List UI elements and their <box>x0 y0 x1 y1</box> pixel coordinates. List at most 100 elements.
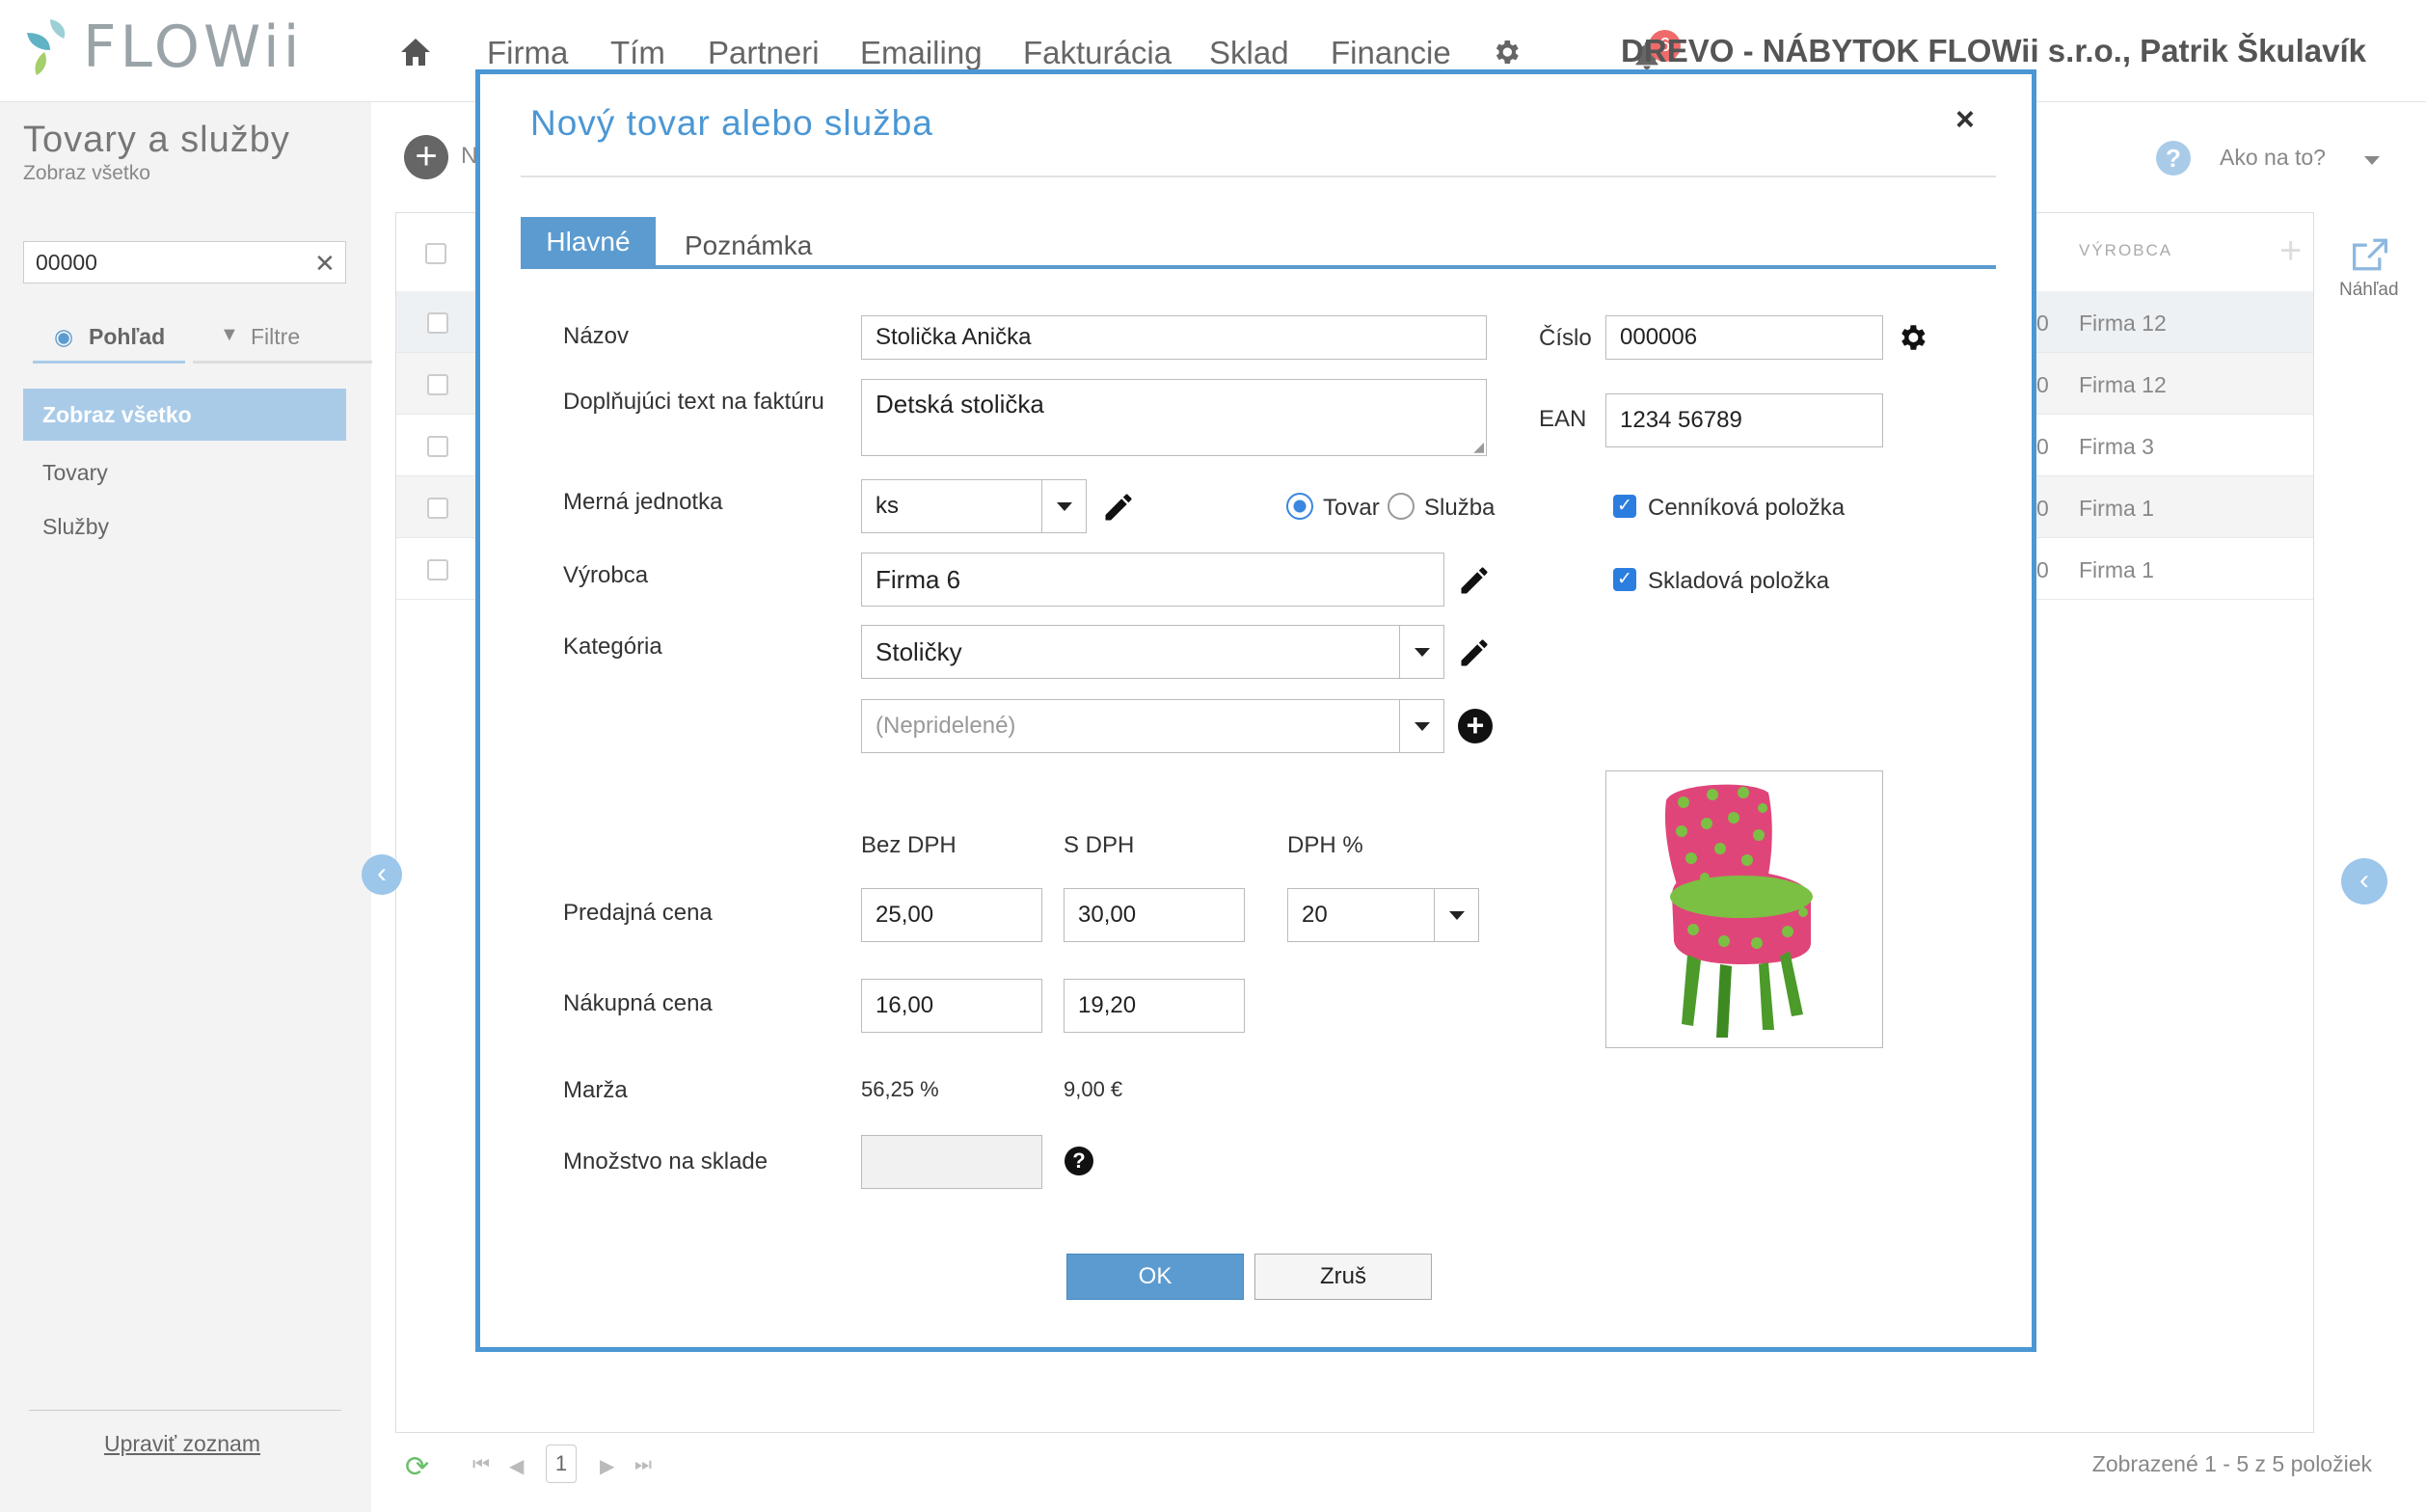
column-header-vyrobca[interactable]: VÝROBCA <box>2079 241 2172 260</box>
row-cell-vyrobca: Firma 12 <box>2079 310 2167 336</box>
nav-sklad[interactable]: Sklad <box>1209 35 1289 71</box>
podkategoria-placeholder: (Nepridelené) <box>876 713 1016 739</box>
tab-poznamka[interactable]: Poznámka <box>685 230 812 261</box>
row-checkbox[interactable] <box>427 312 448 334</box>
merna-jednotka-select[interactable]: ks <box>861 479 1087 533</box>
add-category-icon[interactable]: + <box>1458 709 1493 743</box>
chevron-down-icon[interactable] <box>1399 626 1443 678</box>
radio-tovar[interactable] <box>1286 493 1313 520</box>
nav-fakturacia[interactable]: Fakturácia <box>1023 35 1172 71</box>
label-cennikova-polozka[interactable]: Cenníková položka <box>1648 495 1845 522</box>
first-page-icon[interactable]: ⏮ <box>472 1454 490 1476</box>
home-icon[interactable] <box>399 37 432 72</box>
row-checkbox[interactable] <box>427 498 448 519</box>
cancel-button[interactable]: Zruš <box>1254 1254 1432 1300</box>
help-icon[interactable]: ? <box>2156 141 2191 176</box>
menu-item-tovary[interactable]: Tovary <box>42 460 108 486</box>
tab-pohlad[interactable]: Pohľad <box>89 324 165 350</box>
row-cell-vyrobca: Firma 12 <box>2079 372 2167 397</box>
prev-page-icon[interactable]: ◀ <box>509 1454 524 1478</box>
edit-pencil-icon[interactable] <box>1454 633 1495 673</box>
refresh-icon[interactable]: ⟳ <box>405 1450 429 1484</box>
vyrobca-input[interactable]: Firma 6 <box>861 553 1444 607</box>
app-logo[interactable]: FLOWii <box>83 14 303 81</box>
add-new-icon[interactable]: + <box>404 135 448 179</box>
predajna-cena-s-dph-input[interactable]: 30,00 <box>1064 888 1245 942</box>
nazov-input[interactable]: Stolička Anička <box>861 315 1487 360</box>
label-cislo: Číslo <box>1539 325 1592 351</box>
label-ean: EAN <box>1539 406 1587 432</box>
menu-item-zobraz-vsetko[interactable]: Zobraz všetko <box>23 389 346 441</box>
doplnujuci-text-textarea[interactable]: Detská stolička ◢ <box>861 379 1487 456</box>
product-image[interactable] <box>1605 770 1883 1048</box>
next-page-icon[interactable]: ▶ <box>600 1454 614 1478</box>
preview-label[interactable]: Náhľad <box>2339 280 2399 301</box>
nakupna-cena-s-dph-input[interactable]: 19,20 <box>1064 979 1245 1033</box>
dph-percent-select[interactable]: 20 <box>1287 888 1479 942</box>
label-mnozstvo-na-sklade: Množstvo na sklade <box>563 1148 768 1174</box>
edit-pencil-icon[interactable] <box>1098 487 1139 527</box>
external-link-icon[interactable] <box>2351 237 2389 277</box>
label-tovar[interactable]: Tovar <box>1323 495 1380 522</box>
help-question-icon[interactable]: ? <box>1065 1147 1093 1175</box>
collapse-sidebar-icon[interactable]: ‹ <box>362 854 402 895</box>
chair-image <box>1664 784 1813 1038</box>
new-product-dialog: Nový tovar alebo služba × Hlavné Poznámk… <box>475 69 2036 1352</box>
chevron-down-icon[interactable] <box>1434 889 1478 941</box>
add-column-icon[interactable]: + <box>2279 230 2302 273</box>
header-dph-percent: DPH % <box>1287 832 1363 858</box>
podkategoria-select[interactable]: (Nepridelené) <box>861 699 1444 753</box>
predajna-cena-bez-dph-input[interactable]: 25,00 <box>861 888 1042 942</box>
last-page-icon[interactable]: ⏭ <box>634 1454 652 1476</box>
nav-emailing[interactable]: Emailing <box>860 35 983 71</box>
cennikova-checkbox[interactable]: ✓ <box>1613 495 1636 518</box>
row-checkbox[interactable] <box>427 559 448 580</box>
radio-sluzba[interactable] <box>1388 493 1415 520</box>
resize-handle-icon[interactable]: ◢ <box>1473 439 1484 455</box>
kategoria-select[interactable]: Stoličky <box>861 625 1444 679</box>
ok-button[interactable]: OK <box>1066 1254 1244 1300</box>
nav-partneri[interactable]: Partneri <box>708 35 820 71</box>
help-link[interactable]: Ako na to? <box>2220 145 2326 171</box>
close-icon[interactable]: × <box>1955 101 1975 139</box>
ean-input[interactable]: 1234 56789 <box>1605 393 1883 447</box>
skladova-checkbox[interactable]: ✓ <box>1613 568 1636 591</box>
row-checkbox[interactable] <box>427 374 448 395</box>
cislo-input[interactable]: 000006 <box>1605 315 1883 360</box>
row-cell-count: 0 <box>2036 310 2049 336</box>
settings-gear-icon[interactable] <box>1491 37 1522 72</box>
nav-firma[interactable]: Firma <box>487 35 568 71</box>
filter-icon: ▼ <box>220 324 239 345</box>
tab-hlavne[interactable]: Hlavné <box>521 217 656 267</box>
collapse-preview-icon[interactable]: ‹ <box>2341 858 2387 904</box>
row-cell-count: 0 <box>2036 372 2049 397</box>
marza-percent: 56,25 % <box>861 1077 939 1101</box>
settings-gear-icon[interactable] <box>1896 321 1928 359</box>
chevron-down-icon[interactable] <box>2364 156 2380 165</box>
company-user-name[interactable]: DREVO - NÁBYTOK FLOWii s.r.o., Patrik Šk… <box>1621 33 2366 69</box>
menu-item-sluzby[interactable]: Služby <box>42 514 109 540</box>
edit-list-link[interactable]: Upraviť zoznam <box>104 1431 260 1457</box>
label-marza: Marža <box>563 1077 628 1103</box>
header-s-dph: S DPH <box>1064 832 1135 858</box>
tab-filtre[interactable]: Filtre <box>251 324 300 350</box>
nakupna-cena-bez-dph-input[interactable]: 16,00 <box>861 979 1042 1033</box>
label-vyrobca: Výrobca <box>563 562 649 588</box>
edit-pencil-icon[interactable] <box>1454 560 1495 601</box>
chevron-down-icon[interactable] <box>1041 480 1086 532</box>
tab-pohlad-underline <box>33 361 185 364</box>
row-checkbox[interactable] <box>427 436 448 457</box>
select-all-checkbox[interactable] <box>425 243 446 264</box>
page-number[interactable]: 1 <box>546 1444 577 1483</box>
label-nakupna-cena: Nákupná cena <box>563 990 713 1016</box>
search-input[interactable]: 00000 <box>23 241 346 284</box>
nav-tim[interactable]: Tím <box>610 35 665 71</box>
label-sluzba[interactable]: Služba <box>1424 495 1495 522</box>
clear-search-icon[interactable]: ✕ <box>314 249 336 279</box>
kategoria-value: Stoličky <box>876 636 962 666</box>
dialog-title: Nový tovar alebo služba <box>530 103 933 143</box>
chevron-down-icon[interactable] <box>1399 700 1443 752</box>
label-nazov: Názov <box>563 323 630 349</box>
nav-financie[interactable]: Financie <box>1331 35 1451 71</box>
label-skladova-polozka[interactable]: Skladová položka <box>1648 568 1829 595</box>
